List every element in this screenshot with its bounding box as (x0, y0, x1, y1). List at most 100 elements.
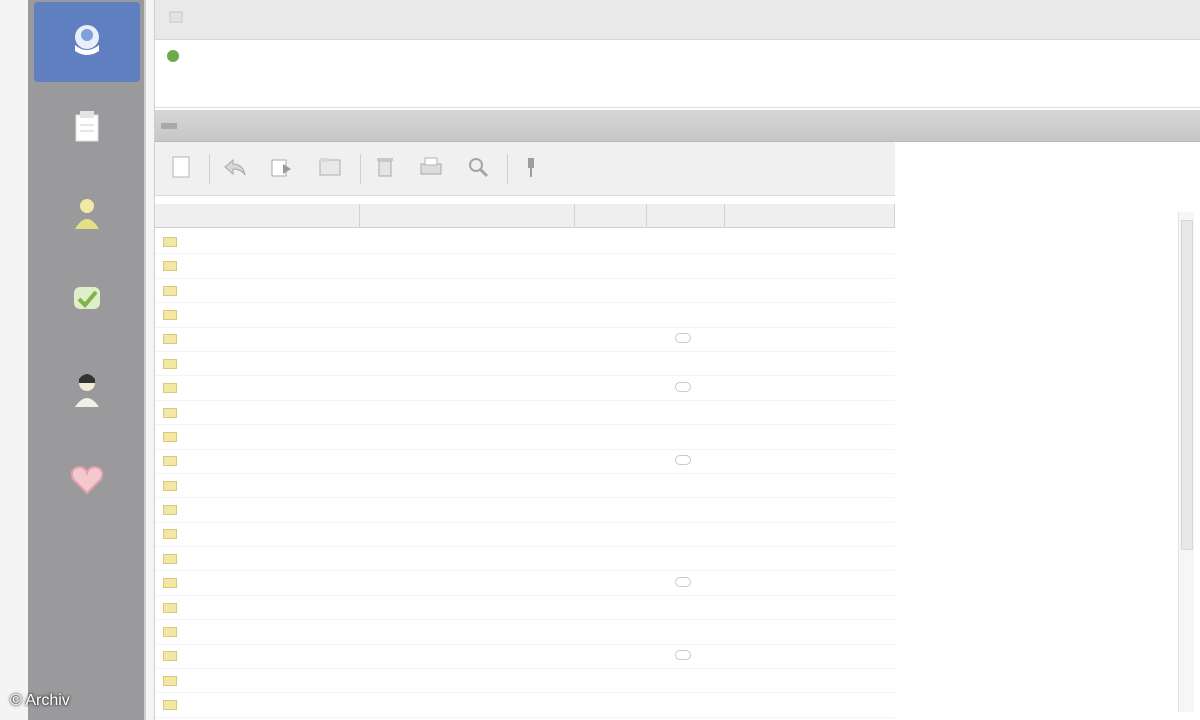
folder-title (161, 122, 177, 129)
envelope-icon (163, 431, 177, 442)
table-row[interactable] (155, 328, 895, 352)
envelope-icon (163, 480, 177, 491)
toolbar (155, 142, 895, 196)
printer-icon (418, 155, 444, 182)
table-row[interactable] (155, 450, 895, 474)
envelope-icon (163, 627, 177, 638)
app-window: © Archiv (0, 0, 1200, 720)
flag-icon[interactable] (675, 576, 691, 587)
toolbar-separator (507, 153, 508, 184)
table-row[interactable] (155, 279, 895, 304)
sidebar (28, 0, 146, 720)
envelope-icon (163, 675, 177, 686)
table-row[interactable] (155, 693, 895, 718)
table-row[interactable] (155, 254, 895, 279)
print-button[interactable] (413, 152, 453, 186)
table-row[interactable] (155, 352, 895, 377)
sidebar-item-user[interactable] (34, 350, 140, 430)
column-header-date[interactable] (725, 204, 895, 228)
envelope-icon (163, 236, 177, 247)
table-row[interactable] (155, 596, 895, 621)
toolbar-separator (209, 153, 210, 184)
table-row[interactable] (155, 376, 895, 401)
flag-icon[interactable] (675, 649, 691, 660)
reply-button[interactable] (218, 152, 256, 186)
envelope-icon (163, 700, 177, 711)
cell-from (155, 528, 360, 540)
table-row[interactable] (155, 620, 895, 645)
envelope-icon (163, 553, 177, 564)
cell-from (155, 382, 360, 394)
envelope-icon (163, 407, 177, 418)
message-list-header (155, 204, 895, 228)
delete-button[interactable] (369, 152, 405, 186)
mail-window (154, 0, 1200, 720)
message-list (155, 230, 895, 720)
sidebar-item-favorites[interactable] (34, 440, 140, 520)
move-button[interactable] (312, 152, 352, 186)
sidebar-item-notes[interactable] (34, 88, 140, 168)
vertical-scrollbar[interactable] (1178, 212, 1194, 712)
cell-from (155, 431, 360, 443)
cell-from (155, 358, 360, 370)
envelope-icon (163, 602, 177, 613)
trash-icon (374, 155, 396, 182)
envelope-icon (163, 383, 177, 394)
table-row[interactable] (155, 523, 895, 548)
table-row[interactable] (155, 303, 895, 328)
cell-from (155, 406, 360, 418)
column-header-size[interactable] (575, 204, 647, 228)
table-row[interactable] (155, 669, 895, 694)
table-row[interactable] (155, 230, 895, 255)
sidebar-item-contacts[interactable] (34, 174, 140, 254)
envelope-icon (163, 505, 177, 516)
search-button[interactable] (461, 152, 499, 186)
envelope-icon (163, 456, 177, 467)
cell-from (155, 333, 360, 345)
cell-from (155, 650, 360, 662)
heart-icon (65, 457, 109, 501)
column-header-flag[interactable] (647, 204, 725, 228)
table-row[interactable] (155, 498, 895, 523)
column-header-subject[interactable] (360, 204, 575, 228)
envelope-icon (163, 358, 177, 369)
cell-from (155, 284, 360, 296)
flag-icon[interactable] (675, 332, 691, 343)
cell-from (155, 553, 360, 565)
pin-icon (523, 155, 539, 182)
cell-from (155, 504, 360, 516)
new-button[interactable] (165, 152, 201, 186)
cell-from (155, 480, 360, 492)
notepad-icon (65, 105, 109, 149)
cell-from (155, 699, 360, 711)
envelope-icon (163, 285, 177, 296)
flag-icon[interactable] (675, 381, 691, 392)
table-row[interactable] (155, 571, 895, 596)
flag-icon[interactable] (675, 454, 691, 465)
column-header-from[interactable] (155, 204, 360, 228)
envelope-icon (163, 261, 177, 272)
user-icon (65, 367, 109, 411)
table-row[interactable] (155, 425, 895, 450)
forward-icon (269, 154, 295, 183)
table-row[interactable] (155, 547, 895, 572)
table-row[interactable] (155, 474, 895, 499)
table-row[interactable] (155, 645, 895, 670)
table-row[interactable] (155, 401, 895, 426)
folder-header (155, 110, 1200, 142)
sidebar-item-mail[interactable] (34, 2, 140, 82)
envelope-icon (163, 309, 177, 320)
cell-from (155, 309, 360, 321)
reply-icon (223, 156, 247, 181)
cell-from (155, 236, 360, 248)
cell-from (155, 602, 360, 614)
envelope-icon (163, 334, 177, 345)
envelope-icon (163, 651, 177, 662)
cell-flag (647, 332, 725, 346)
folder-icon (317, 155, 343, 182)
more-button[interactable] (516, 152, 550, 186)
sidebar-item-tasks[interactable] (34, 260, 140, 340)
scrollbar-thumb[interactable] (1181, 220, 1193, 550)
forward-button[interactable] (264, 152, 304, 186)
contacts-icon (65, 191, 109, 235)
